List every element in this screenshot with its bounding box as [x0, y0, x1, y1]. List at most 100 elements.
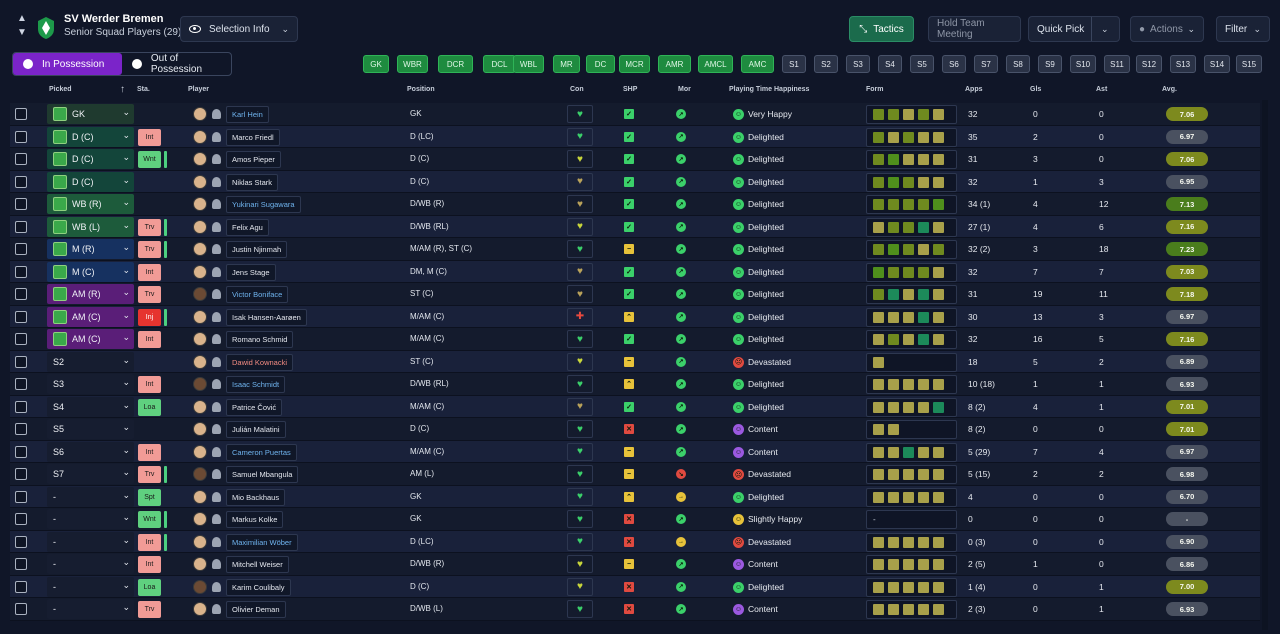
sharpness-icon[interactable]: −: [624, 244, 634, 254]
position-chip-s14[interactable]: S14: [1204, 55, 1230, 73]
sharpness-icon[interactable]: −: [624, 469, 634, 479]
select-checkbox[interactable]: [15, 333, 27, 345]
table-row[interactable]: S2 ⌄ Dawid Kownacki ST (C) ♥ − ↗ ☹ Devastated 18 5…: [10, 350, 1260, 373]
status-badge[interactable]: Int: [138, 263, 161, 281]
status-badge[interactable]: Int: [138, 331, 161, 348]
table-row[interactable]: M (C) ⌄ Int Jens Stage DM, M (C) ♥ ✓ ↗ ☺ Delighte…: [10, 260, 1260, 283]
col-playing-time[interactable]: Playing Time Happiness: [729, 86, 809, 93]
status-badge[interactable]: Inj: [138, 308, 161, 326]
club-name[interactable]: SV Werder Bremen: [64, 13, 163, 25]
player-name[interactable]: Amos Pieper: [226, 151, 281, 168]
condition-icon[interactable]: ♥: [567, 487, 593, 506]
select-checkbox[interactable]: [15, 445, 27, 458]
table-row[interactable]: D (C) ⌄ Wnt Amos Pieper D (C) ♥ ✓ ↗ ☺ Delighted 31…: [10, 148, 1260, 171]
player-name[interactable]: Karim Coulibaly: [226, 578, 291, 596]
player-name[interactable]: Patrice Čović: [226, 398, 283, 416]
morale-icon[interactable]: ↗: [676, 311, 686, 322]
select-checkbox[interactable]: [15, 468, 27, 480]
picked-dropdown[interactable]: AM (C) ⌄: [47, 329, 134, 349]
form-bar[interactable]: [866, 195, 957, 214]
select-checkbox[interactable]: [15, 108, 27, 120]
picked-dropdown[interactable]: S2 ⌄: [47, 351, 134, 372]
morale-icon[interactable]: ↗: [676, 244, 686, 254]
col-sta[interactable]: Sta.: [137, 86, 150, 93]
sharpness-icon[interactable]: ✓: [624, 109, 634, 119]
picked-dropdown[interactable]: WB (R) ⌄: [47, 194, 134, 214]
picked-dropdown[interactable]: GK ⌄: [47, 104, 134, 124]
prev-next-arrows[interactable]: ▲ ▼: [16, 14, 28, 38]
sharpness-icon[interactable]: ✕: [624, 424, 634, 434]
condition-icon[interactable]: ♥: [567, 195, 593, 213]
table-row[interactable]: - ⌄ Spt Mio Backhaus GK ♥ ⌃ → ☺ Delighted 4 0 0 6.70: [10, 485, 1260, 508]
morale-icon[interactable]: ↗: [676, 334, 686, 344]
player-name[interactable]: Julián Malatini: [226, 421, 286, 438]
morale-icon[interactable]: ↗: [676, 356, 686, 367]
status-badge[interactable]: Trv: [138, 241, 161, 258]
form-bar[interactable]: [866, 532, 957, 552]
condition-icon[interactable]: ♥: [567, 217, 593, 236]
form-bar[interactable]: [866, 397, 957, 417]
position-chip-s3[interactable]: S3: [846, 55, 870, 73]
table-row[interactable]: - ⌄ Trv Olivier Deman D/WB (L) ♥ ✕ ↗ ☺ Content 2 (…: [10, 598, 1260, 621]
status-badge[interactable]: Int: [138, 376, 161, 393]
hold-team-meeting-button[interactable]: Hold Team Meeting: [928, 16, 1021, 42]
morale-icon[interactable]: ↗: [676, 289, 686, 299]
status-badge[interactable]: Int: [138, 443, 161, 461]
table-row[interactable]: S3 ⌄ Int Isaac Schmidt D/WB (RL) ♥ ⌃ ↗ ☺ Delighte…: [10, 373, 1260, 396]
form-bar[interactable]: [866, 172, 957, 192]
position-chip-s1[interactable]: S1: [782, 55, 806, 73]
player-name[interactable]: Maximilian Wöber: [226, 533, 298, 551]
form-bar[interactable]: [866, 105, 957, 124]
picked-dropdown[interactable]: - ⌄: [47, 554, 134, 574]
position-chip-amc[interactable]: AMC: [741, 55, 774, 73]
form-bar[interactable]: [866, 465, 957, 484]
sharpness-icon[interactable]: ✓: [624, 401, 634, 412]
select-checkbox[interactable]: [15, 400, 27, 413]
condition-icon[interactable]: ♥: [567, 150, 593, 168]
condition-icon[interactable]: ♥: [567, 240, 593, 258]
sharpness-icon[interactable]: ✕: [624, 604, 634, 614]
condition-icon[interactable]: ♥: [567, 262, 593, 281]
up-arrow-icon[interactable]: ▲: [16, 14, 28, 24]
morale-icon[interactable]: ↗: [676, 514, 686, 524]
down-arrow-icon[interactable]: ▼: [16, 28, 28, 38]
person-icon[interactable]: [212, 311, 221, 322]
form-bar[interactable]: [866, 577, 957, 597]
form-bar[interactable]: [866, 307, 957, 327]
condition-icon[interactable]: ♥: [567, 555, 593, 573]
condition-icon[interactable]: ♥: [567, 352, 593, 371]
person-icon[interactable]: [212, 581, 221, 592]
tactics-button[interactable]: ⤡ Tactics: [849, 16, 914, 42]
sharpness-icon[interactable]: ✓: [624, 176, 634, 187]
select-checkbox[interactable]: [15, 130, 27, 143]
sharpness-icon[interactable]: ✓: [624, 221, 634, 232]
table-row[interactable]: - ⌄ Wnt Markus Kolke GK ♥ ✕ ↗ ☺ Slightly Happy -0 0…: [10, 508, 1260, 531]
select-checkbox[interactable]: [15, 535, 27, 548]
person-icon[interactable]: [212, 469, 221, 479]
status-badge[interactable]: Trv: [138, 218, 161, 236]
chevron-down-icon[interactable]: ⌄: [1101, 24, 1109, 35]
player-name[interactable]: Victor Boniface: [226, 286, 289, 303]
select-checkbox[interactable]: [15, 490, 27, 503]
form-bar[interactable]: [866, 262, 957, 282]
scrollbar[interactable]: [1262, 100, 1268, 630]
player-name[interactable]: Isak Hansen-Aarøen: [226, 308, 307, 326]
position-chip-s6[interactable]: S6: [942, 55, 966, 73]
player-name[interactable]: Jens Stage: [226, 263, 276, 281]
person-icon[interactable]: [212, 379, 221, 389]
player-name[interactable]: Romano Schmid: [226, 331, 294, 348]
table-row[interactable]: - ⌄ Int Maximilian Wöber D (LC) ♥ ✕ → ☹ Devastate…: [10, 530, 1260, 553]
morale-icon[interactable]: ↗: [676, 559, 686, 569]
person-icon[interactable]: [212, 604, 221, 614]
table-row[interactable]: AM (C) ⌄ Inj Isak Hansen-Aarøen M/AM (C) ✚ ⌃ ↗ ☺…: [10, 305, 1260, 328]
status-badge[interactable]: Int: [138, 128, 161, 146]
condition-icon[interactable]: ♥: [567, 397, 593, 416]
table-row[interactable]: WB (L) ⌄ Trv Felix Agu D/WB (RL) ♥ ✓ ↗ ☺ Delighte…: [10, 215, 1260, 238]
col-shp[interactable]: SHP: [623, 86, 637, 93]
morale-icon[interactable]: →: [676, 491, 686, 502]
player-name[interactable]: Karl Hein: [226, 106, 269, 123]
sharpness-icon[interactable]: ⌃: [624, 311, 634, 322]
col-position[interactable]: Position: [407, 86, 435, 93]
morale-icon[interactable]: ↗: [676, 604, 686, 614]
col-ast[interactable]: Ast: [1096, 86, 1107, 93]
